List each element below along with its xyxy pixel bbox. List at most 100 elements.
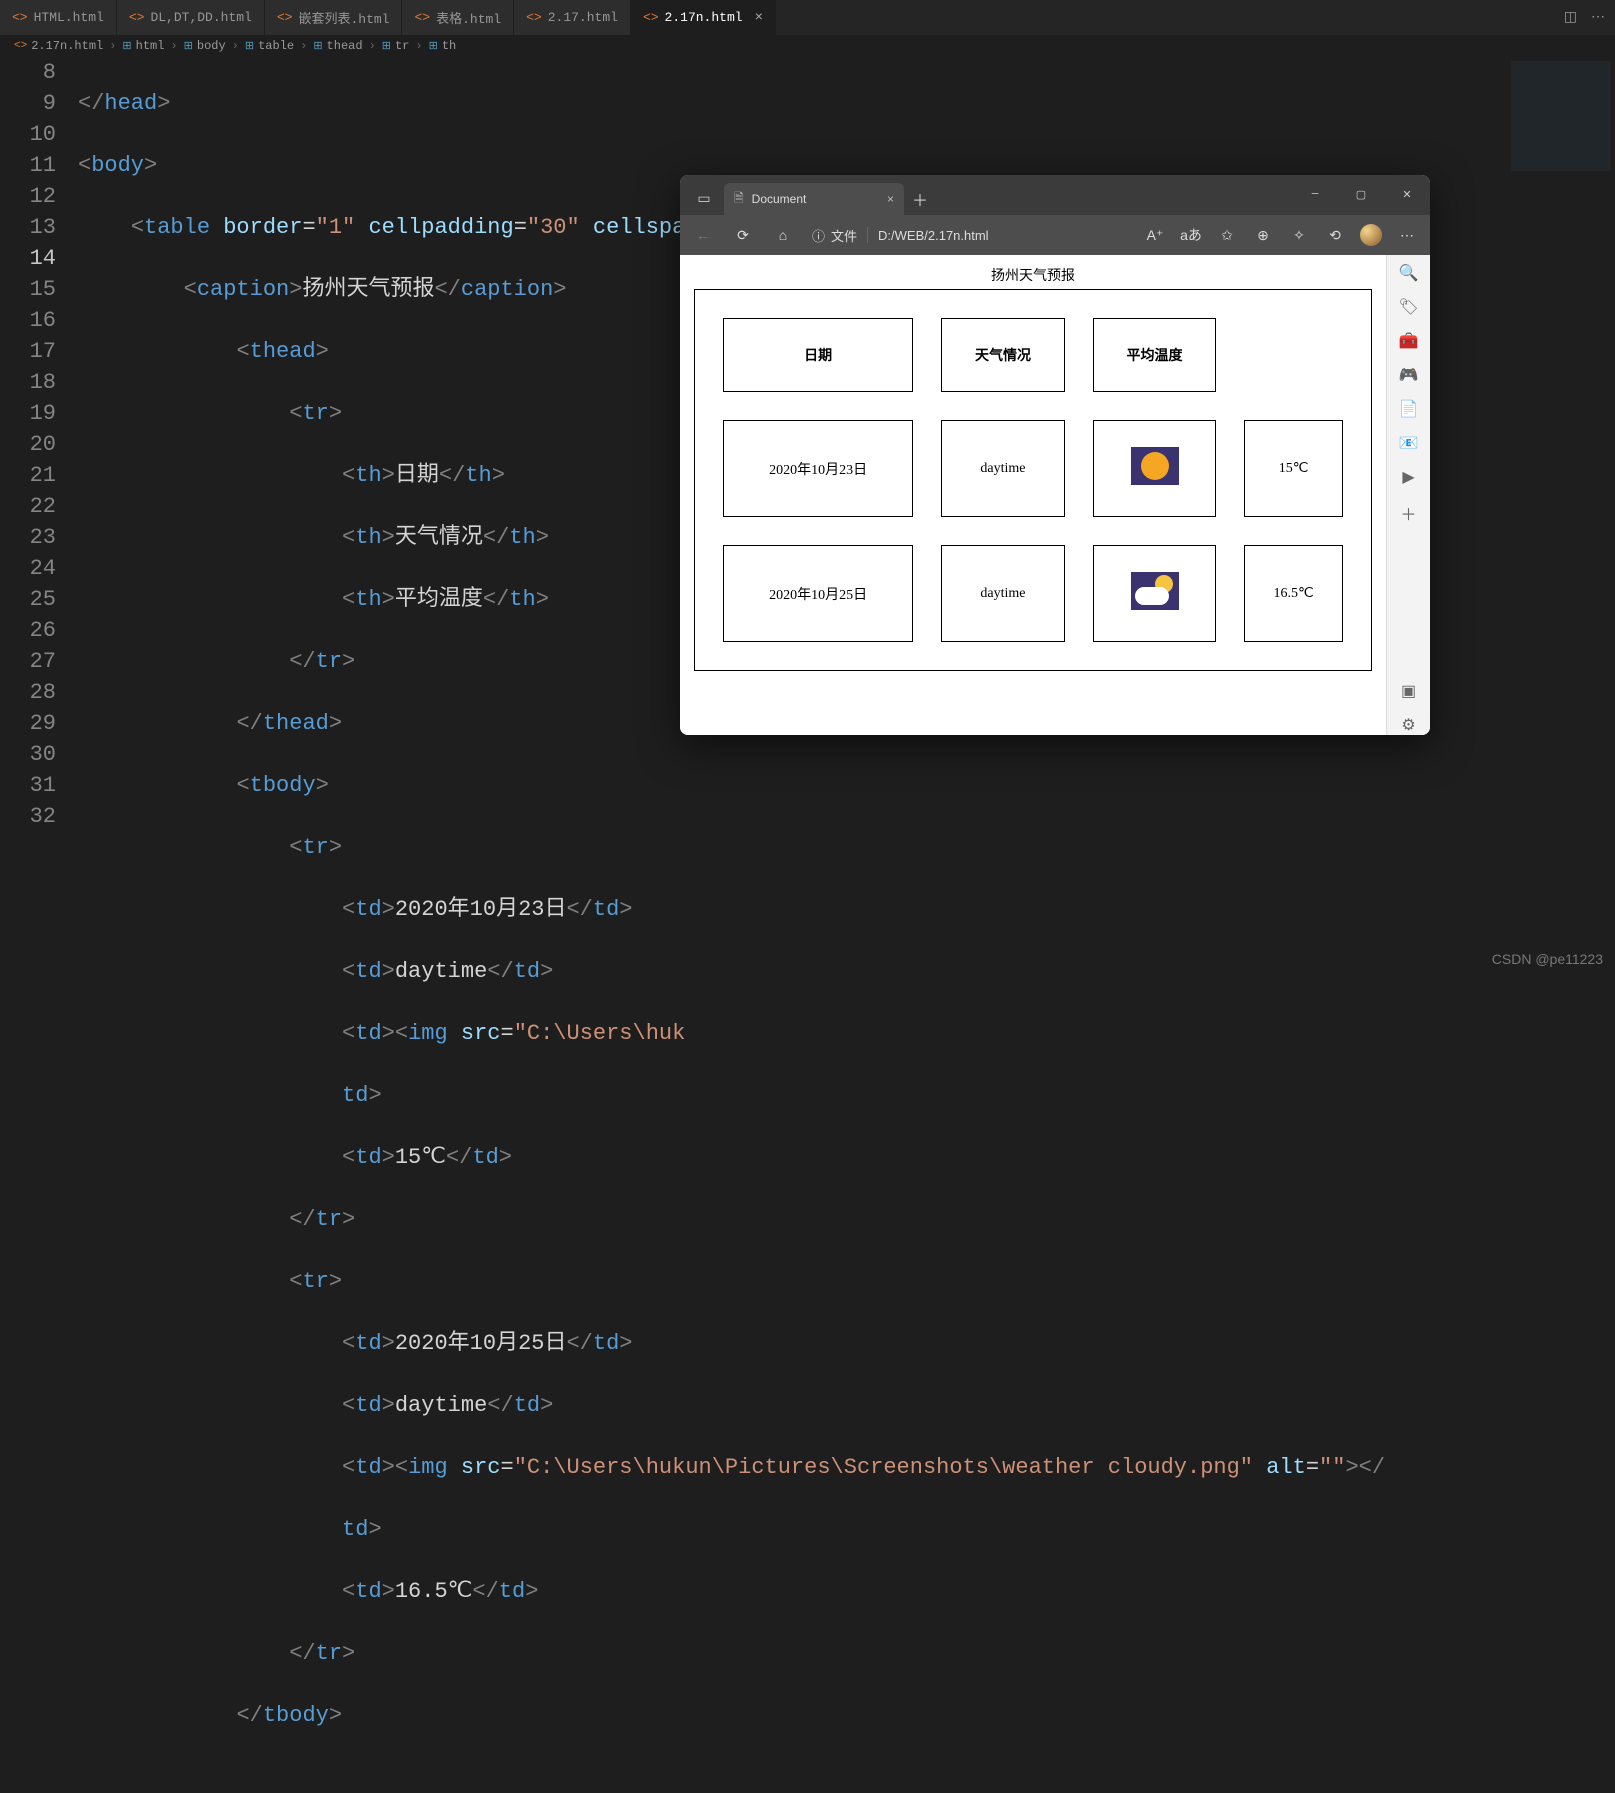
sun-icon [1131,447,1179,485]
favorite-icon[interactable]: ✩ [1210,220,1244,250]
tab-label: DL,DT,DD.html [150,10,251,25]
cell-date: 2020年10月23日 [723,420,913,517]
browser-tab[interactable]: 🗎 Document × [724,183,904,215]
cloudy-icon [1131,572,1179,610]
document-icon: 🗎 [734,189,744,210]
browser-content: 扬州天气预报 日期 天气情况 平均温度 2020年10月23日 daytime … [680,255,1430,735]
extensions-icon[interactable]: ⊕ [1246,220,1280,250]
back-button[interactable]: ← [686,220,720,250]
breadcrumb-item[interactable]: <>2.17n.html [14,39,103,53]
home-button[interactable]: ⌂ [766,220,800,250]
cell-icon [1093,420,1217,517]
editor-tab-active[interactable]: <> 2.17n.html × [631,0,776,35]
table-row: 2020年10月23日 daytime 15℃ [723,420,1343,517]
hide-sidebar-icon[interactable]: ▣ [1401,681,1416,701]
breadcrumb: <>2.17n.html› ⊞html› ⊞body› ⊞table› ⊞the… [0,35,1615,57]
browser-tab-title: Document [752,192,879,206]
cell-icon [1093,545,1217,642]
weather-table: 扬州天气预报 日期 天气情况 平均温度 2020年10月23日 daytime … [694,265,1372,671]
window-controls: ─ ▢ ✕ [1292,175,1430,215]
watermark: CSDN @pe11223 [1492,951,1603,967]
element-icon: ⊞ [184,39,193,53]
line-number-gutter: 8 9 10 11 12 13 14 15 16 17 18 19 20 21 … [0,57,78,1793]
address-type-label: 文件 [831,226,857,245]
editor-tab[interactable]: <> 表格.html [402,0,514,35]
th-weather: 天气情况 [941,318,1065,392]
table-header-row: 日期 天气情况 平均温度 [723,318,1343,392]
html-file-icon: <> [526,10,542,25]
element-icon: ⊞ [122,39,131,53]
translate-icon[interactable]: aあ [1174,220,1208,250]
shopping-icon[interactable]: 🏷 [1398,297,1418,317]
sync-icon[interactable]: ⟲ [1318,220,1352,250]
th-date: 日期 [723,318,913,392]
office-icon[interactable]: 📄 [1399,399,1419,419]
settings-icon[interactable]: ⚙ [1401,715,1415,735]
address-url: D:/WEB/2.17n.html [878,228,989,243]
editor-tab[interactable]: <> HTML.html [0,0,117,35]
tab-label: HTML.html [34,10,104,25]
refresh-button[interactable]: ⟳ [726,220,760,250]
html-file-icon: <> [414,10,430,25]
address-bar[interactable]: ⓘ 文件 D:/WEB/2.17n.html [806,226,995,245]
element-icon: ⊞ [245,39,254,53]
close-icon[interactable]: × [755,10,763,26]
editor-actions: ◫ ⋯ [1564,0,1615,35]
editor-tab-bar: <>HTML.html <>DL,DT,DD.html <>嵌套列表.html … [0,0,1615,35]
cell-condition: daytime [941,545,1065,642]
search-icon[interactable]: 🔍 [1399,263,1419,283]
table-row: 2020年10月25日 daytime 16.5℃ [723,545,1343,642]
html-file-icon: <> [129,10,145,25]
cell-temp: 16.5℃ [1244,545,1343,642]
read-aloud-icon[interactable]: A⁺ [1138,220,1172,250]
close-icon[interactable]: × [887,192,894,206]
minimize-button[interactable]: ─ [1292,175,1338,215]
tab-label: 2.17.html [548,10,618,25]
browser-titlebar: ▭ 🗎 Document × ＋ ─ ▢ ✕ [680,175,1430,215]
html-file-icon: <> [277,10,293,25]
breadcrumb-item[interactable]: ⊞html [122,39,164,53]
html-file-icon: <> [12,10,28,25]
browser-toolbar: ← ⟳ ⌂ ⓘ 文件 D:/WEB/2.17n.html A⁺ aあ ✩ ⊕ ✧… [680,215,1430,255]
close-window-button[interactable]: ✕ [1384,175,1430,215]
rendered-page: 扬州天气预报 日期 天气情况 平均温度 2020年10月23日 daytime … [680,255,1386,735]
maximize-button[interactable]: ▢ [1338,175,1384,215]
cell-date: 2020年10月25日 [723,545,913,642]
minimap[interactable] [1505,57,1615,1793]
breadcrumb-item[interactable]: ⊞tr [382,39,410,53]
games-icon[interactable]: 🎮 [1399,365,1419,385]
tab-label: 2.17n.html [665,10,743,25]
info-icon: ⓘ [812,226,825,245]
element-icon: ⊞ [313,39,322,53]
cell-condition: daytime [941,420,1065,517]
breadcrumb-item[interactable]: ⊞th [429,39,457,53]
editor-tab[interactable]: <> 嵌套列表.html [265,0,403,35]
profile-avatar[interactable] [1354,220,1388,250]
collections-icon[interactable]: ✧ [1282,220,1316,250]
html-file-icon: <> [14,40,27,52]
edge-sidebar: 🔍 🏷 🧰 🎮 📄 📧 ▶ ＋ ▣ ⚙ [1386,255,1430,735]
element-icon: ⊞ [429,39,438,53]
video-icon[interactable]: ▶ [1402,467,1414,487]
tools-icon[interactable]: 🧰 [1399,331,1419,351]
more-menu-icon[interactable]: ⋯ [1390,220,1424,250]
editor-tab[interactable]: <> DL,DT,DD.html [117,0,265,35]
add-icon[interactable]: ＋ [1400,501,1416,525]
outlook-icon[interactable]: 📧 [1399,433,1419,453]
browser-window: ▭ 🗎 Document × ＋ ─ ▢ ✕ ← ⟳ ⌂ ⓘ 文件 D:/WEB… [680,175,1430,735]
split-editor-icon[interactable]: ◫ [1564,9,1577,26]
breadcrumb-item[interactable]: ⊞thead [313,39,362,53]
html-file-icon: <> [643,10,659,25]
editor-tab[interactable]: <> 2.17.html [514,0,631,35]
cell-temp: 15℃ [1244,420,1343,517]
th-temp: 平均温度 [1093,318,1217,392]
tab-label: 嵌套列表.html [298,8,389,27]
tab-label: 表格.html [436,8,501,27]
breadcrumb-item[interactable]: ⊞body [184,39,226,53]
table-caption: 扬州天气预报 [694,265,1372,289]
more-actions-icon[interactable]: ⋯ [1591,9,1605,26]
breadcrumb-item[interactable]: ⊞table [245,39,294,53]
element-icon: ⊞ [382,39,391,53]
new-tab-button[interactable]: ＋ [904,183,936,215]
tab-actions-icon[interactable]: ▭ [688,183,720,215]
